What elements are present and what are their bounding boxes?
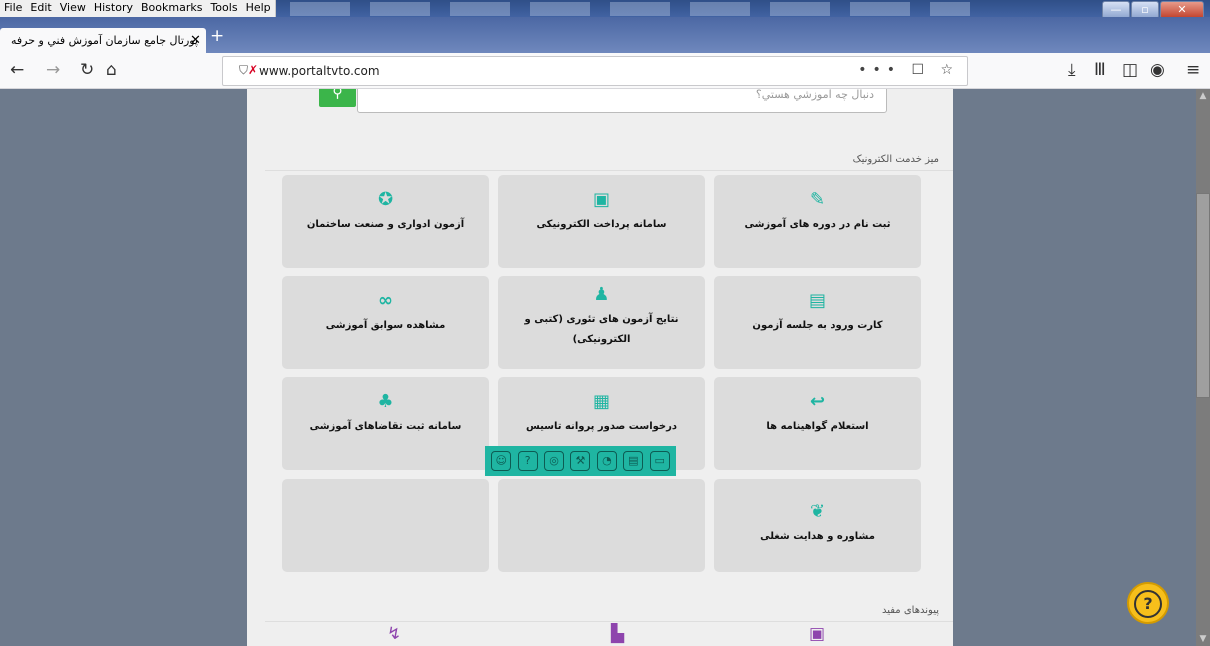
tab-close-icon[interactable]: ✕: [190, 33, 201, 48]
question-icon: ?: [1134, 590, 1162, 618]
gavel-icon[interactable]: ⚒: [570, 451, 591, 471]
money-icon: ▣: [592, 189, 610, 210]
menu-bookmarks[interactable]: Bookmarks: [137, 0, 206, 17]
service-label: سامانه ثبت تقاضاهای آموزشی: [309, 421, 462, 432]
service-card-periodic-exam[interactable]: ✪ آزمون ادواری و صنعت ساختمان: [282, 175, 489, 268]
links-title: پیوندهای مفید: [881, 605, 939, 616]
service-card-certificate-inquiry[interactable]: ↩ استعلام گواهینامه ها: [714, 377, 921, 470]
award-icon: ✪: [377, 189, 394, 210]
search-icon: ⚲: [332, 89, 343, 101]
shield-icon[interactable]: ⛉: [239, 63, 248, 78]
menu-help[interactable]: Help: [242, 0, 275, 17]
file-icon[interactable]: ▙: [611, 624, 624, 644]
tree-icon: ♣: [377, 391, 394, 412]
scrollbar[interactable]: ▲ ▼: [1196, 89, 1210, 646]
service-card-training-requests[interactable]: ♣ سامانه ثبت تقاضاهای آموزشی: [282, 377, 489, 470]
account-icon[interactable]: ◉: [1150, 61, 1165, 79]
edit-icon: ✎: [809, 189, 826, 210]
service-card-registration[interactable]: ✎ ثبت نام در دوره های آموزشی: [714, 175, 921, 268]
portrait-icon[interactable]: ▣: [809, 624, 825, 644]
service-card-exam-card[interactable]: ▤ کارت ورود به جلسه آزمون: [714, 276, 921, 369]
new-tab-button[interactable]: +: [210, 26, 224, 46]
url-text[interactable]: www.portaltvto.com: [259, 64, 380, 78]
back-icon[interactable]: ←: [10, 61, 24, 79]
scroll-down-icon[interactable]: ▼: [1196, 632, 1210, 646]
active-tab[interactable]: پورتال جامع سازمان آموزش فني و حرفه ✕: [0, 28, 206, 53]
services-title: ميز خدمت الكترونيک: [852, 154, 939, 165]
service-label: مشاوره و هدایت شغلی: [760, 531, 875, 542]
forward-icon[interactable]: →: [46, 61, 60, 79]
menu-bar: File Edit View History Bookmarks Tools H…: [0, 0, 276, 17]
links-divider: [265, 621, 953, 622]
tab-title: پورتال جامع سازمان آموزش فني و حرفه: [11, 34, 198, 47]
service-card-payment[interactable]: ▣ سامانه پرداخت الکترونیکی: [498, 175, 705, 268]
reload-icon[interactable]: ↻: [80, 61, 94, 79]
service-label: استعلام گواهینامه ها: [766, 421, 869, 432]
building-icon: ▦: [592, 391, 610, 412]
home-icon[interactable]: ⌂: [106, 61, 117, 79]
search-input[interactable]: دنبال چه آموزشي هستي؟: [357, 89, 887, 113]
glasses-icon: ∞: [378, 290, 393, 311]
document-icon[interactable]: ▤: [623, 451, 644, 471]
scrollbar-thumb[interactable]: [1196, 193, 1210, 398]
services-divider: [265, 170, 953, 171]
scroll-up-icon[interactable]: ▲: [1196, 89, 1210, 103]
url-bar[interactable]: ⛉ ✗ www.portaltvto.com ••• ☐ ☆: [222, 56, 968, 86]
menu-tools[interactable]: Tools: [206, 0, 241, 17]
runner-icon[interactable]: ↯: [387, 624, 401, 644]
service-label: کارت ورود به جلسه آزمون: [752, 320, 883, 331]
id-card-icon: ▤: [808, 290, 826, 311]
navigation-bar: ← → ↻ ⌂ ⛉ ✗ www.portaltvto.com ••• ☐ ☆ ⤓…: [0, 53, 1210, 89]
reply-all-icon: ↩: [809, 391, 826, 412]
menu-history[interactable]: History: [90, 0, 137, 17]
menu-file[interactable]: File: [0, 0, 26, 17]
service-label: نتایج آزمون های تئوری (کتبی و الکترونیکی…: [524, 314, 679, 345]
service-card-training-history[interactable]: ∞ مشاهده سوابق آموزشی: [282, 276, 489, 369]
download-icon[interactable]: ⤓: [1068, 61, 1076, 79]
search-placeholder: دنبال چه آموزشي هستي؟: [755, 89, 874, 101]
cash-icon[interactable]: ▭: [649, 451, 670, 471]
service-label: ثبت نام در دوره های آموزشی: [744, 219, 891, 230]
service-card-empty: [498, 479, 705, 572]
service-card-exam-results[interactable]: ♟ نتایج آزمون های تئوری (کتبی و الکترونی…: [498, 276, 705, 369]
insecure-icon[interactable]: ✗: [248, 63, 258, 77]
hands-icon: ❦: [809, 501, 826, 522]
library-icon[interactable]: Ⅲ: [1094, 61, 1106, 79]
user-icon[interactable]: ◎: [544, 451, 565, 471]
face-icon[interactable]: ☺: [491, 451, 512, 471]
help-button[interactable]: ?: [1127, 582, 1169, 624]
menu-edit[interactable]: Edit: [26, 0, 55, 17]
service-card-career-counseling[interactable]: ❦ مشاوره و هدایت شغلی: [714, 479, 921, 572]
floating-toolbar: ☺ ? ◎ ⚒ ◔ ▤ ▭: [485, 446, 676, 476]
page-actions[interactable]: ••• ☐ ☆: [858, 62, 959, 78]
service-label: سامانه پرداخت الکترونیکی: [536, 219, 667, 230]
question-icon[interactable]: ?: [517, 451, 538, 471]
sidebar-icon[interactable]: ◫: [1122, 61, 1138, 79]
search-button[interactable]: ⚲: [319, 89, 356, 107]
page-content: ⚲ دنبال چه آموزشي هستي؟ ميز خدمت الكترون…: [247, 89, 953, 646]
stopwatch-icon[interactable]: ◔: [596, 451, 617, 471]
graduate-icon: ♟: [593, 284, 610, 305]
service-label: آزمون ادواری و صنعت ساختمان: [306, 219, 465, 230]
service-label: مشاهده سوابق آموزشی: [325, 320, 446, 331]
blurred-title: [290, 2, 970, 16]
service-card-empty: [282, 479, 489, 572]
service-label: درخواست صدور پروانه تاسیس: [525, 421, 678, 432]
menu-icon[interactable]: ≡: [1186, 61, 1200, 79]
menu-view[interactable]: View: [56, 0, 90, 17]
